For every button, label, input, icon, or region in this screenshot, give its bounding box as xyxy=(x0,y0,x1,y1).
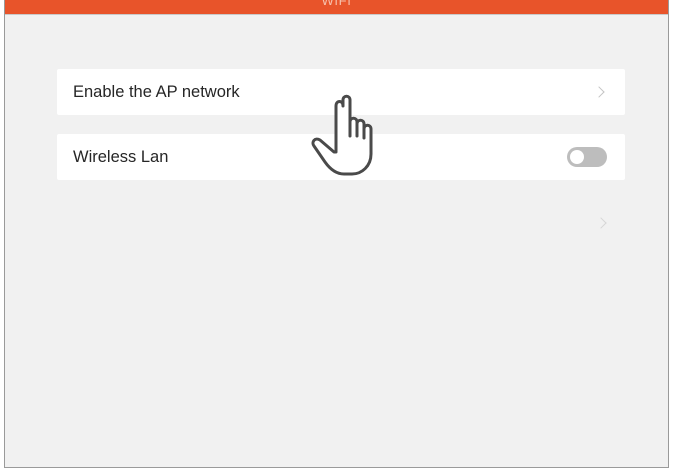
header-bar: WiFi xyxy=(5,0,668,15)
chevron-right-icon[interactable] xyxy=(595,217,607,229)
wireless-lan-toggle[interactable] xyxy=(567,147,607,167)
chevron-right-icon xyxy=(593,86,605,98)
enable-ap-network-label: Enable the AP network xyxy=(73,82,240,101)
header-title: WiFi xyxy=(321,0,352,8)
wireless-lan-label: Wireless Lan xyxy=(73,147,169,166)
app-frame: WiFi Enable the AP network Wireless Lan xyxy=(4,0,669,468)
hand-pointer-icon xyxy=(311,94,373,176)
toggle-knob xyxy=(570,150,584,164)
